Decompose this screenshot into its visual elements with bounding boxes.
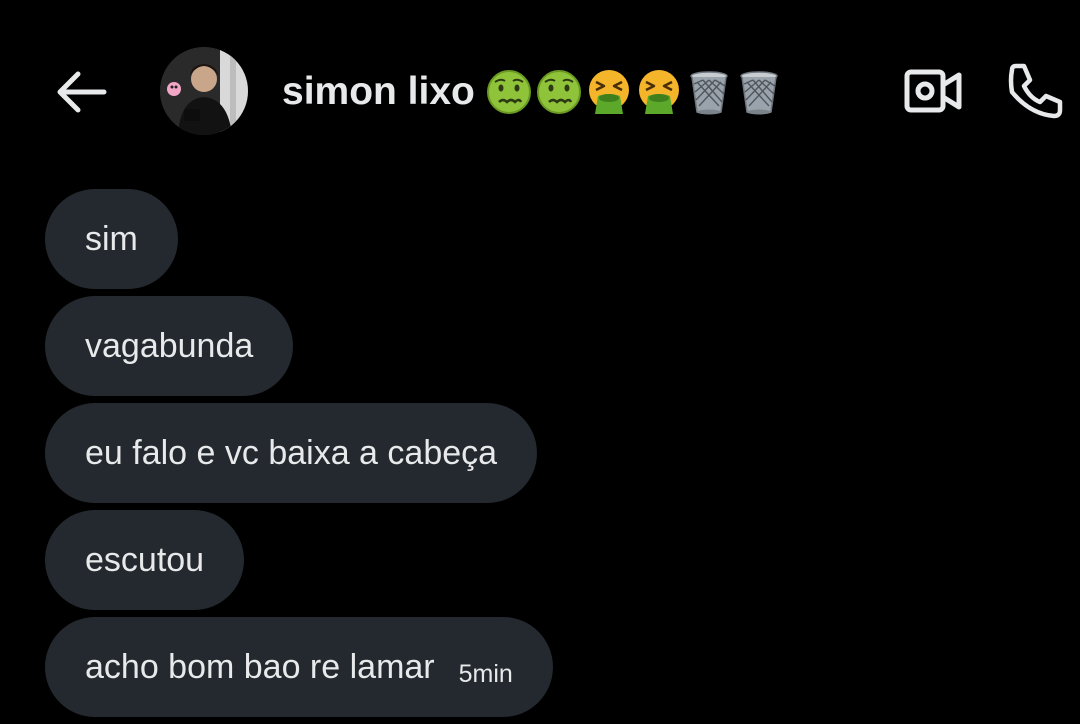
voice-call-button[interactable] <box>1000 58 1070 124</box>
video-camera-icon <box>904 69 962 113</box>
message-text: sim <box>85 220 138 258</box>
message-bubble[interactable]: acho bom bao re lamar 5min <box>45 617 553 717</box>
message-bubble[interactable]: sim <box>45 189 178 289</box>
contact-name: simon lixo <box>282 70 475 113</box>
back-button[interactable] <box>50 66 110 118</box>
message-bubble[interactable]: vagabunda <box>45 296 294 396</box>
nauseated-face-emoji <box>536 70 581 114</box>
phone-icon <box>1008 63 1063 119</box>
message-list[interactable]: sim vagabunda eu falo e vc baixa a cabeç… <box>45 189 1045 724</box>
message-text: vagabunda <box>85 327 254 365</box>
message-text: acho bom bao re lamar <box>85 648 435 686</box>
message-bubble[interactable]: escutou <box>45 510 245 610</box>
avatar-photo <box>160 47 248 135</box>
wastebasket-emoji <box>690 71 728 115</box>
message-timestamp: 5min <box>458 660 513 688</box>
chat-title[interactable]: simon lixo <box>282 62 785 122</box>
wastebasket-emoji <box>740 71 778 115</box>
message-text: eu falo e vc baixa a cabeça <box>85 434 498 472</box>
message-bubble[interactable]: eu falo e vc baixa a cabeça <box>45 403 538 503</box>
video-call-button[interactable] <box>900 62 966 120</box>
nauseated-face-emoji <box>486 70 531 114</box>
avatar[interactable] <box>160 47 248 135</box>
face-vomiting-emoji <box>588 70 629 114</box>
arrow-left-icon <box>57 71 107 113</box>
chat-header: simon lixo <box>0 0 1080 180</box>
face-vomiting-emoji <box>638 70 679 114</box>
message-text: escutou <box>85 541 205 579</box>
